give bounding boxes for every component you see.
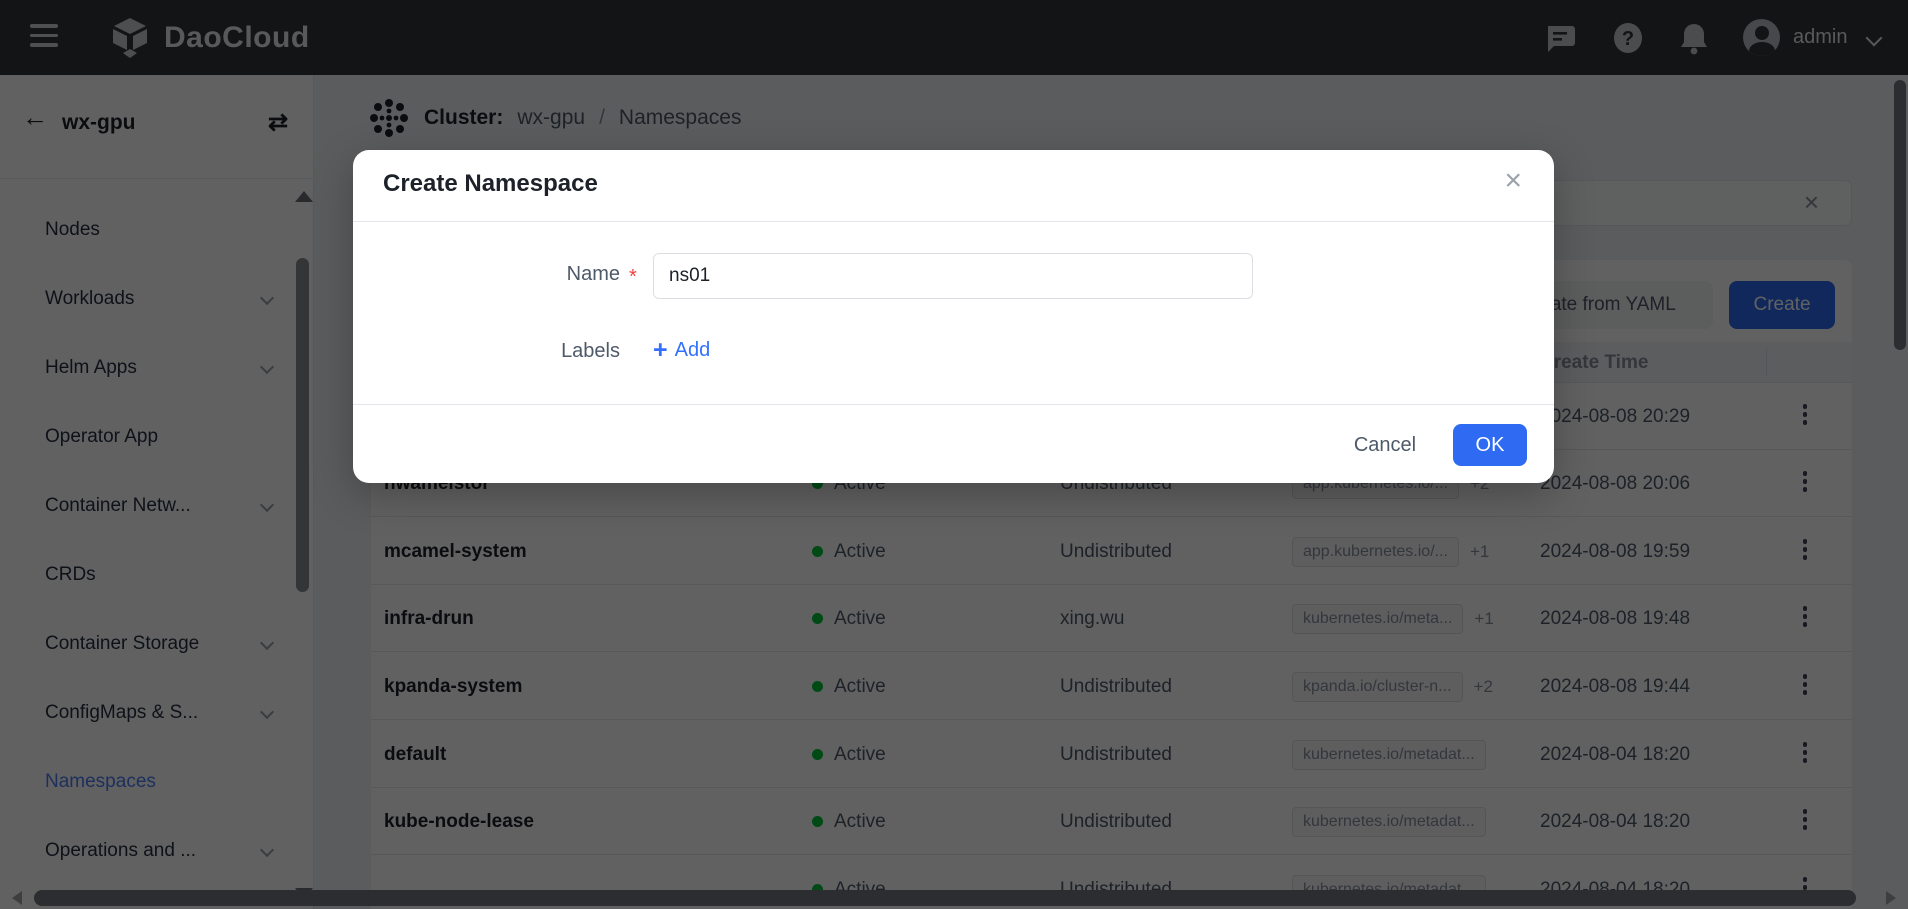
app-window: DaoCloud ? admin ← wx-gpu ⇄ Nodes Worklo…: [0, 0, 1908, 909]
modal-footer: Cancel OK: [353, 404, 1554, 483]
namespace-name-input[interactable]: [653, 253, 1253, 299]
modal-close-icon[interactable]: ×: [1504, 166, 1522, 196]
create-namespace-modal: Create Namespace × Name * Labels + Add C…: [353, 150, 1554, 483]
required-asterisk: *: [629, 266, 637, 289]
labels-field-label: Labels: [460, 340, 620, 363]
name-field-label: Name: [460, 263, 620, 286]
plus-icon: +: [653, 338, 668, 363]
modal-header: Create Namespace ×: [353, 150, 1554, 222]
ok-button[interactable]: OK: [1453, 424, 1527, 466]
cancel-button[interactable]: Cancel: [1340, 429, 1430, 461]
add-label-link[interactable]: + Add: [653, 338, 710, 363]
modal-title: Create Namespace: [383, 170, 598, 198]
